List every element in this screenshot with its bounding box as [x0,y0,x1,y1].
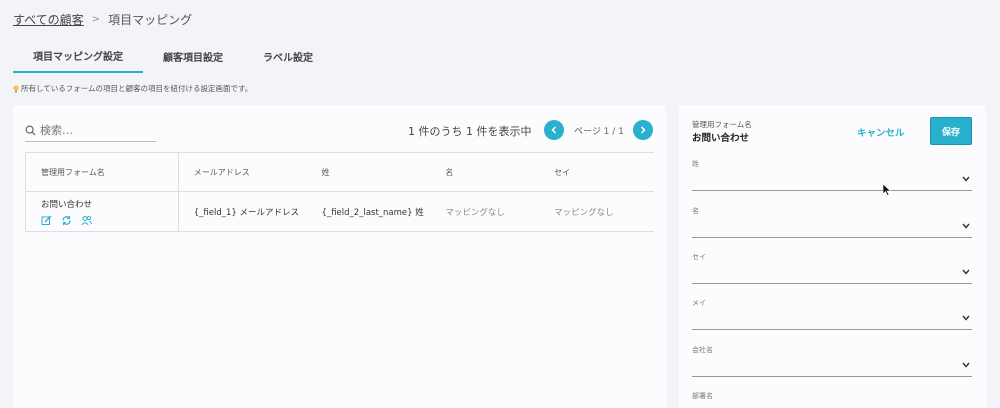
form-name-cell: お問い合わせ [26,192,179,231]
cancel-button[interactable]: キャンセル [857,125,905,139]
mapping-table: 管理用フォーム名 メールアドレス 姓 名 セイ お問い合わせ {_field_1… [25,152,654,232]
chevron-down-icon [962,223,970,229]
table-header-row: 管理用フォーム名 メールアドレス 姓 名 セイ [26,153,654,192]
search-box [25,120,156,142]
breadcrumb: すべての顧客 > 項目マッピング [13,11,192,28]
tab-item-mapping[interactable]: 項目マッピング設定 [13,40,143,73]
page-indicator: ページ 1 / 1 [574,127,624,137]
chevron-right-icon [640,126,646,134]
sei-select[interactable]: セイ [692,252,972,284]
company-select[interactable]: 会社名 [692,345,972,377]
prev-page-button[interactable] [544,120,564,140]
field-label-company: 会社名 [692,346,713,354]
column-header-sei: セイ [554,167,571,177]
table-row: お問い合わせ {_field_1} メールアドレス {_field_2_last… [26,192,654,231]
field-label-department: 部署名 [692,392,713,400]
column-header-form-name: 管理用フォーム名 [26,153,179,191]
first-name-select[interactable]: 名 [692,206,972,238]
last-name-mapping-cell: {_field_2_last_name} 姓 [321,207,424,218]
field-label-last-name: 姓 [692,160,699,168]
hint-label: 所有しているフォームの項目と顧客の項目を紐付ける設定画面です。 [21,84,253,93]
breadcrumb-root-link[interactable]: すべての顧客 [13,11,84,28]
form-name-value: お問い合わせ [692,133,750,144]
chevron-down-icon [962,176,970,182]
search-icon [25,125,36,136]
breadcrumb-current: 項目マッピング [108,13,193,27]
lightbulb-icon [13,84,19,92]
field-label-mei: メイ [692,299,706,307]
email-mapping-cell: {_field_1} メールアドレス [193,207,300,218]
department-select[interactable]: 部署名 [692,391,972,408]
mei-select[interactable]: メイ [692,298,972,330]
chevron-down-icon [962,362,970,368]
first-name-mapping-cell: マッピングなし [445,207,505,218]
chevron-down-icon [962,269,970,275]
field-label-sei: セイ [692,253,706,261]
column-header-last-name: 姓 [321,167,330,177]
chevron-down-icon [962,315,970,321]
form-name: お問い合わせ [41,199,93,210]
field-label-first-name: 名 [692,207,699,215]
column-header-first-name: 名 [445,167,454,177]
form-name-label: 管理用フォーム名 [692,120,752,129]
last-name-select[interactable]: 姓 [692,159,972,191]
mapping-detail-panel: 管理用フォーム名 お問い合わせ キャンセル 保存 姓 名 セイ メイ 会社名 部… [679,105,986,408]
column-header-email: メールアドレス [193,167,250,177]
tab-customer-fields[interactable]: 顧客項目設定 [143,40,243,73]
users-icon[interactable] [81,215,92,226]
save-button[interactable]: 保存 [930,117,972,145]
breadcrumb-separator: > [91,14,101,25]
row-actions [41,215,92,226]
mapping-list-panel: 1 件のうち 1 件を表示中 ページ 1 / 1 管理用フォーム名 メールアドレ… [13,105,666,408]
edit-icon[interactable] [41,215,52,226]
chevron-left-icon [551,126,557,134]
search-input[interactable] [40,124,150,137]
mouse-cursor-icon [883,184,891,196]
tab-label-settings[interactable]: ラベル設定 [243,40,333,73]
tab-bar: 項目マッピング設定 顧客項目設定 ラベル設定 [13,40,333,73]
refresh-icon[interactable] [61,215,72,226]
hint-text: 所有しているフォームの項目と顧客の項目を紐付ける設定画面です。 [13,83,252,94]
sei-mapping-cell: マッピングなし [554,207,614,218]
next-page-button[interactable] [633,120,653,140]
result-count: 1 件のうち 1 件を表示中 [408,125,532,138]
